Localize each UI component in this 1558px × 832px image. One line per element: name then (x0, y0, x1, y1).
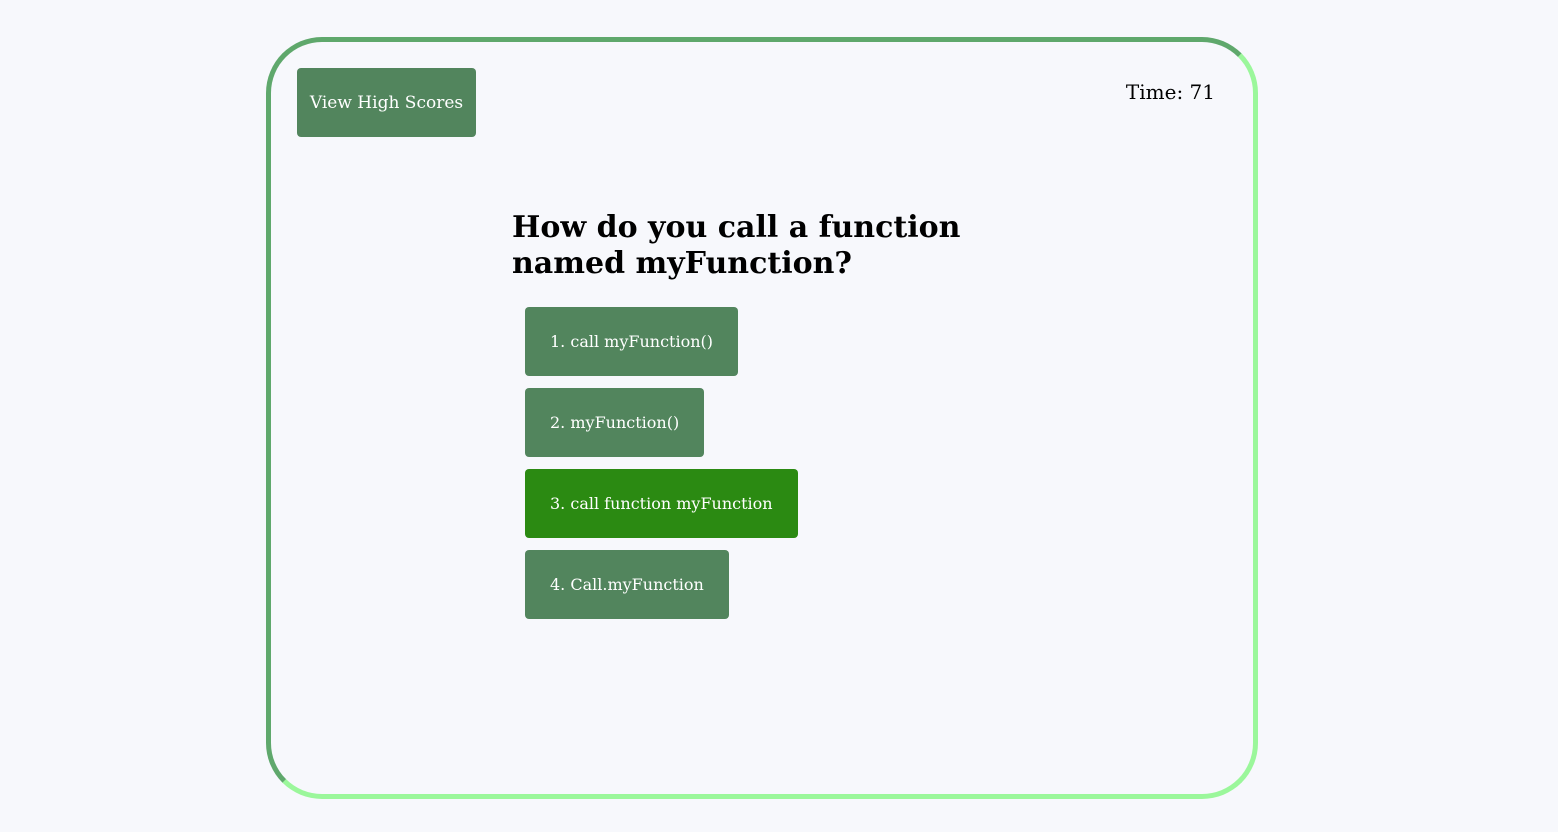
view-high-scores-button[interactable]: View High Scores (297, 68, 476, 137)
answer-button-3[interactable]: 3. call function myFunction (525, 469, 798, 538)
answer-item: 4. Call.myFunction (525, 550, 798, 619)
answer-button-4[interactable]: 4. Call.myFunction (525, 550, 729, 619)
timer-value: 71 (1189, 80, 1215, 104)
answer-list: 1. call myFunction() 2. myFunction() 3. … (525, 307, 798, 631)
question-title: How do you call a function named myFunct… (512, 210, 961, 281)
answer-item: 1. call myFunction() (525, 307, 798, 376)
answer-button-2[interactable]: 2. myFunction() (525, 388, 705, 457)
answer-item: 2. myFunction() (525, 388, 798, 457)
answer-item: 3. call function myFunction (525, 469, 798, 538)
timer: Time: 71 (1126, 80, 1215, 104)
timer-label: Time: (1125, 80, 1184, 104)
answer-button-1[interactable]: 1. call myFunction() (525, 307, 739, 376)
